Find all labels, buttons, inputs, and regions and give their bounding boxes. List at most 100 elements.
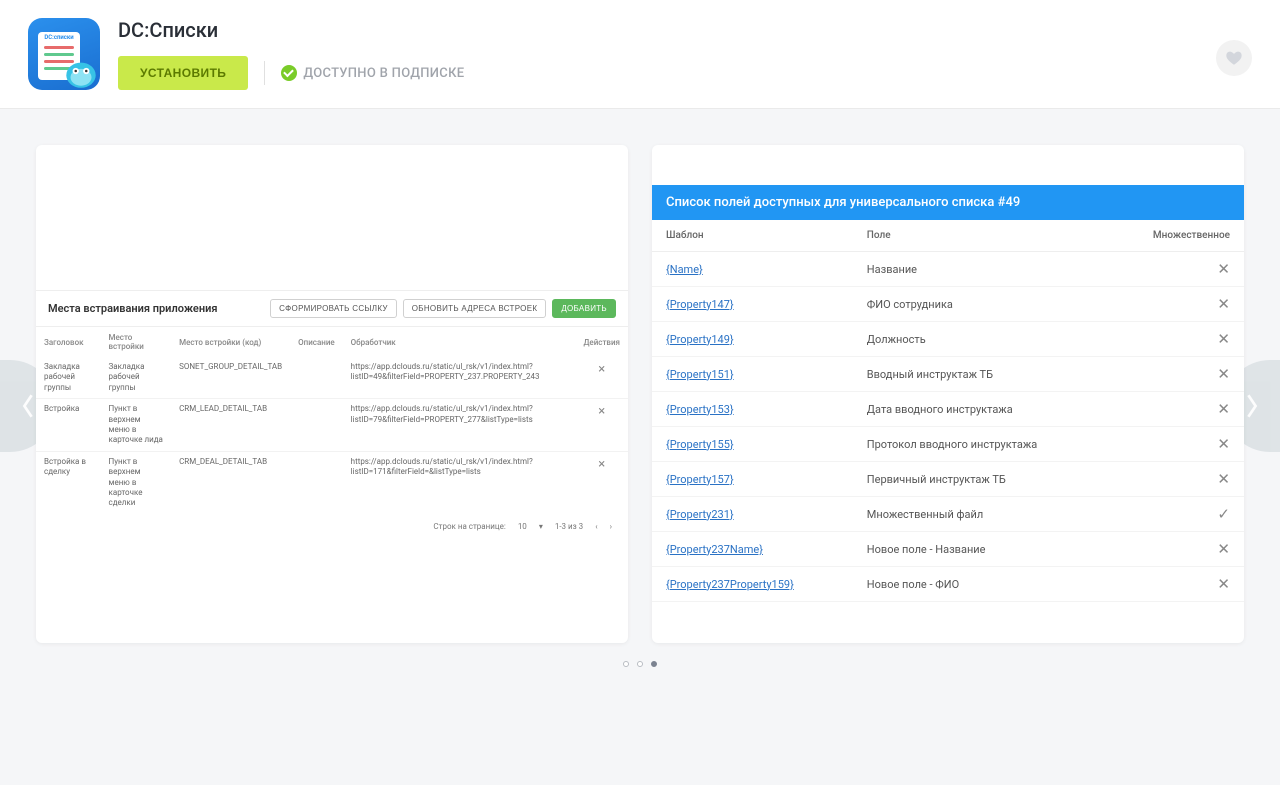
- pager-label: Строк на странице:: [433, 522, 505, 531]
- form-link-button[interactable]: СФОРМИРОВАТЬ ССЫЛКУ: [270, 299, 397, 318]
- template-link[interactable]: {Property157}: [652, 462, 853, 497]
- slide2-table: Шаблон Поле Множественное {Name}Название…: [652, 220, 1244, 602]
- slide1-section-title: Места встраивания приложения: [48, 302, 217, 315]
- table-cell: Пункт в верхнем меню в карточке лида: [101, 399, 172, 452]
- slide1-table: ЗаголовокМесто встройкиМесто встройки (к…: [36, 327, 628, 514]
- install-button[interactable]: УСТАНОВИТЬ: [118, 56, 248, 90]
- template-link[interactable]: {Property153}: [652, 392, 853, 427]
- table-col: Описание: [290, 327, 343, 357]
- table-row: {Property149}Должность✕: [652, 322, 1244, 357]
- slide2-header: Список полей доступных для универсальног…: [652, 185, 1244, 220]
- close-icon: ✕: [1109, 287, 1244, 322]
- field-name: Множественный файл: [853, 497, 1109, 532]
- app-title: DC:Списки: [118, 18, 464, 42]
- table-cell: [290, 399, 343, 452]
- close-icon: ✕: [1109, 357, 1244, 392]
- carousel-dot[interactable]: [651, 661, 657, 667]
- col-field: Поле: [853, 220, 1109, 252]
- field-name: Новое поле - Название: [853, 532, 1109, 567]
- table-row: ВстройкаПункт в верхнем меню в карточке …: [36, 399, 628, 452]
- table-cell: CRM_LEAD_DETAIL_TAB: [171, 399, 290, 452]
- table-row: {Property155}Протокол вводного инструкта…: [652, 427, 1244, 462]
- app-header: DC:списки DC:Списки УСТАНОВИТЬ ДОСТУПНО …: [0, 0, 1280, 109]
- field-name: Вводный инструктаж ТБ: [853, 357, 1109, 392]
- table-row: {Property147}ФИО сотрудника✕: [652, 287, 1244, 322]
- table-cell: https://app.dclouds.ru/static/ul_rsk/v1/…: [343, 451, 576, 513]
- col-multiple: Множественное: [1109, 220, 1244, 252]
- table-row: {Property151}Вводный инструктаж ТБ✕: [652, 357, 1244, 392]
- slide1-toolbar: Места встраивания приложения СФОРМИРОВАТ…: [36, 290, 628, 327]
- subscription-badge-text: ДОСТУПНО В ПОДПИСКЕ: [303, 66, 464, 81]
- table-col: Обработчик: [343, 327, 576, 357]
- table-cell: Пункт в верхнем меню в карточке сделки: [101, 451, 172, 513]
- add-button[interactable]: ДОБАВИТЬ: [552, 299, 616, 318]
- template-link[interactable]: {Property155}: [652, 427, 853, 462]
- table-col: Действия: [575, 327, 628, 357]
- table-cell: https://app.dclouds.ru/static/ul_rsk/v1/…: [343, 357, 576, 399]
- table-row: {Property237Name}Новое поле - Название✕: [652, 532, 1244, 567]
- app-icon-mascot: [60, 50, 100, 90]
- screenshot-gallery: Места встраивания приложения СФОРМИРОВАТ…: [0, 109, 1280, 703]
- slide-1[interactable]: Места встраивания приложения СФОРМИРОВАТ…: [36, 145, 628, 643]
- field-name: Название: [853, 252, 1109, 287]
- table-row: {Name}Название✕: [652, 252, 1244, 287]
- template-link[interactable]: {Property237Name}: [652, 532, 853, 567]
- close-icon: ✕: [1109, 392, 1244, 427]
- template-link[interactable]: {Property149}: [652, 322, 853, 357]
- delete-row-icon[interactable]: ×: [575, 399, 628, 452]
- template-link[interactable]: {Property237Property159}: [652, 567, 853, 602]
- delete-row-icon[interactable]: ×: [575, 451, 628, 513]
- carousel-dot[interactable]: [637, 661, 643, 667]
- chevron-right-icon: [1243, 391, 1261, 421]
- slide2-table-header: Шаблон Поле Множественное: [652, 220, 1244, 252]
- subscription-badge: ДОСТУПНО В ПОДПИСКЕ: [281, 65, 464, 81]
- close-icon: ✕: [1109, 322, 1244, 357]
- table-cell: Встройка: [36, 399, 101, 452]
- close-icon: ✕: [1109, 567, 1244, 602]
- col-template: Шаблон: [652, 220, 853, 252]
- table-cell: [290, 357, 343, 399]
- slide2-body: Список полей доступных для универсальног…: [652, 145, 1244, 643]
- table-cell: https://app.dclouds.ru/static/ul_rsk/v1/…: [343, 399, 576, 452]
- table-cell: Закладка рабочей группы: [101, 357, 172, 399]
- slides-container: Места встраивания приложения СФОРМИРОВАТ…: [36, 145, 1244, 643]
- slide-2[interactable]: Список полей доступных для универсальног…: [652, 145, 1244, 643]
- table-col: Место встройки: [101, 327, 172, 357]
- app-actions: УСТАНОВИТЬ ДОСТУПНО В ПОДПИСКЕ: [118, 56, 464, 90]
- slide1-spacer: [36, 145, 628, 290]
- app-icon: DC:списки: [28, 18, 100, 90]
- pager-size[interactable]: 10: [518, 522, 527, 531]
- divider: [264, 61, 265, 85]
- slide1-table-header: ЗаголовокМесто встройкиМесто встройки (к…: [36, 327, 628, 357]
- table-col: Место встройки (код): [171, 327, 290, 357]
- close-icon: ✕: [1109, 462, 1244, 497]
- table-cell: SONET_GROUP_DETAIL_TAB: [171, 357, 290, 399]
- check-circle-icon: [281, 65, 297, 81]
- template-link[interactable]: {Property151}: [652, 357, 853, 392]
- carousel-dot[interactable]: [623, 661, 629, 667]
- table-row: {Property153}Дата вводного инструктажа✕: [652, 392, 1244, 427]
- chevron-left-icon: [19, 391, 37, 421]
- slide1-toolbar-actions: СФОРМИРОВАТЬ ССЫЛКУ ОБНОВИТЬ АДРЕСА ВСТР…: [270, 299, 616, 318]
- close-icon: ✕: [1109, 427, 1244, 462]
- slide1-table-body: Закладка рабочей группыЗакладка рабочей …: [36, 357, 628, 514]
- template-link[interactable]: {Property231}: [652, 497, 853, 532]
- check-icon: ✓: [1109, 497, 1244, 532]
- slide1-pager: Строк на странице: 10 ▾ 1-3 из 3 ‹ ›: [36, 514, 628, 539]
- template-link[interactable]: {Name}: [652, 252, 853, 287]
- refresh-addresses-button[interactable]: ОБНОВИТЬ АДРЕСА ВСТРОЕК: [403, 299, 547, 318]
- favorite-button[interactable]: [1216, 40, 1252, 76]
- delete-row-icon[interactable]: ×: [575, 357, 628, 399]
- table-row: Встройка в сделкуПункт в верхнем меню в …: [36, 451, 628, 513]
- table-row: Закладка рабочей группыЗакладка рабочей …: [36, 357, 628, 399]
- slide2-spacer: [652, 145, 1244, 185]
- table-cell: CRM_DEAL_DETAIL_TAB: [171, 451, 290, 513]
- pager-next-icon[interactable]: ›: [610, 522, 612, 531]
- pager-prev-icon[interactable]: ‹: [595, 522, 597, 531]
- pager-size-dropdown-icon[interactable]: ▾: [539, 522, 543, 531]
- field-name: Должность: [853, 322, 1109, 357]
- field-name: Новое поле - ФИО: [853, 567, 1109, 602]
- template-link[interactable]: {Property147}: [652, 287, 853, 322]
- table-cell: Встройка в сделку: [36, 451, 101, 513]
- field-name: Протокол вводного инструктажа: [853, 427, 1109, 462]
